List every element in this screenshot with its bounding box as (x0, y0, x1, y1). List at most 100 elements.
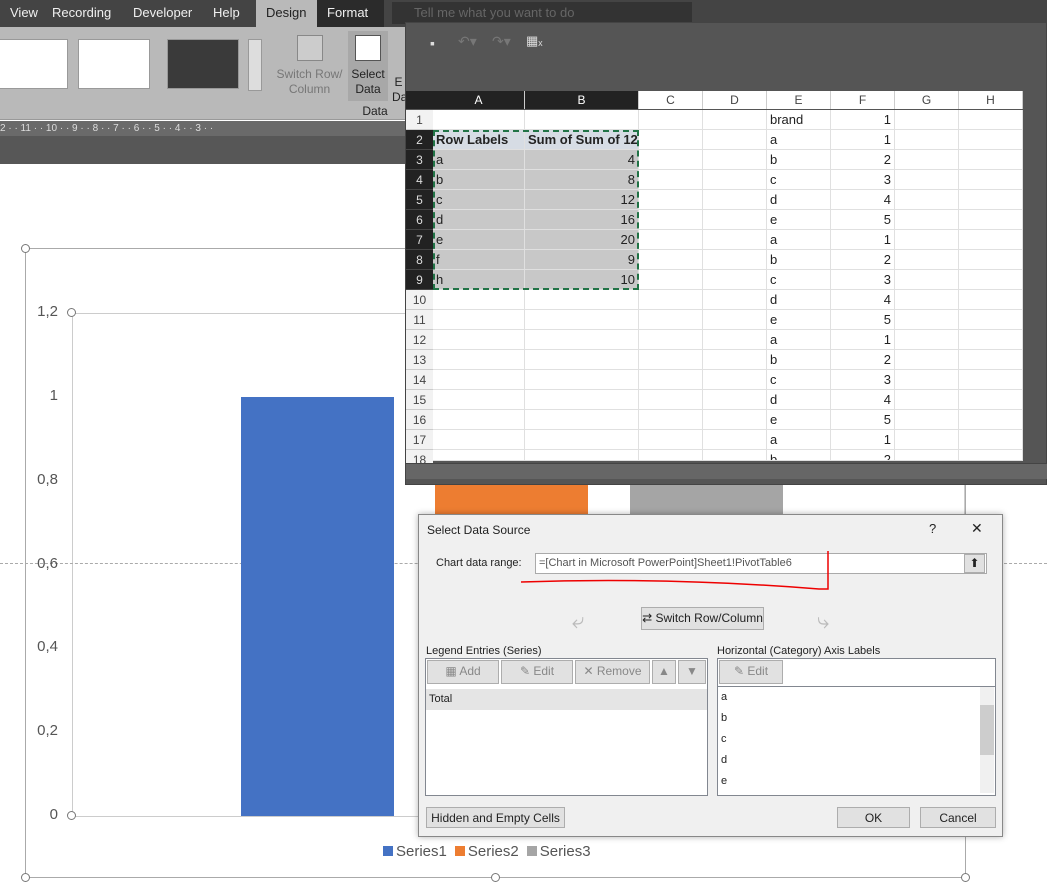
cell[interactable] (895, 190, 959, 210)
resize-handle[interactable] (961, 873, 970, 882)
cell[interactable] (703, 290, 767, 310)
cell[interactable] (959, 170, 1023, 190)
row-header[interactable]: 10 (406, 290, 433, 310)
tab-view[interactable]: View (0, 0, 48, 27)
category-item[interactable]: b (718, 708, 978, 729)
cell[interactable] (639, 190, 703, 210)
cell[interactable]: d (767, 290, 831, 310)
cell[interactable] (639, 310, 703, 330)
cell[interactable] (959, 270, 1023, 290)
cell[interactable] (639, 150, 703, 170)
cell[interactable] (703, 270, 767, 290)
cell[interactable] (525, 310, 639, 330)
chart-style-thumb[interactable] (167, 39, 239, 89)
select-all[interactable] (406, 91, 433, 109)
cell[interactable] (703, 390, 767, 410)
row-header[interactable]: 4 (406, 170, 433, 190)
cell[interactable] (703, 430, 767, 450)
cell[interactable] (703, 210, 767, 230)
vertical-scrollbar[interactable] (980, 687, 994, 793)
cell[interactable]: 4 (831, 290, 895, 310)
edit-axis-labels-button[interactable]: ✎ Edit (719, 660, 783, 684)
cell[interactable]: 2 (831, 450, 895, 461)
edit-series-button[interactable]: ✎ Edit (501, 660, 573, 684)
cell[interactable]: 1 (831, 430, 895, 450)
cell[interactable] (433, 330, 525, 350)
select-data-button[interactable]: Select Data (348, 31, 388, 101)
cell[interactable] (703, 410, 767, 430)
cell[interactable]: brand (767, 110, 831, 130)
cell[interactable] (895, 330, 959, 350)
category-item[interactable]: a (718, 687, 978, 708)
cell[interactable] (525, 330, 639, 350)
cell[interactable] (639, 450, 703, 461)
cell[interactable] (639, 330, 703, 350)
cell[interactable]: b (767, 250, 831, 270)
cell[interactable] (959, 310, 1023, 330)
cell[interactable]: d (767, 190, 831, 210)
cell[interactable] (959, 430, 1023, 450)
cell[interactable] (525, 370, 639, 390)
legend-item[interactable]: Series1 (383, 843, 447, 860)
cell[interactable] (703, 230, 767, 250)
cell[interactable]: b (767, 350, 831, 370)
column-header-C[interactable]: C (639, 91, 703, 109)
cell[interactable] (525, 110, 639, 130)
cell[interactable] (959, 390, 1023, 410)
cell[interactable] (703, 170, 767, 190)
cell[interactable]: 2 (831, 250, 895, 270)
move-down-button[interactable]: ▼ (678, 660, 706, 684)
cell[interactable] (433, 110, 525, 130)
cell[interactable] (703, 110, 767, 130)
column-header-F[interactable]: F (831, 91, 895, 109)
cell[interactable]: 1 (831, 230, 895, 250)
cell[interactable] (639, 130, 703, 150)
cell[interactable]: 2 (831, 150, 895, 170)
row-header[interactable]: 3 (406, 150, 433, 170)
cell[interactable] (959, 290, 1023, 310)
undo-icon[interactable]: ↶▾ (458, 33, 477, 50)
cell[interactable]: e (767, 310, 831, 330)
cell[interactable] (959, 370, 1023, 390)
tell-me-search[interactable]: Tell me what you want to do (392, 2, 692, 24)
cell[interactable] (525, 450, 639, 461)
row-header[interactable]: 9 (406, 270, 433, 290)
cell[interactable]: 5 (831, 410, 895, 430)
cell[interactable] (895, 350, 959, 370)
cell[interactable]: 3 (831, 270, 895, 290)
column-header-H[interactable]: H (959, 91, 1023, 109)
cell[interactable] (703, 130, 767, 150)
cell[interactable] (959, 330, 1023, 350)
cell[interactable]: 2 (831, 350, 895, 370)
cell[interactable] (959, 250, 1023, 270)
cell[interactable] (895, 110, 959, 130)
cell[interactable] (639, 350, 703, 370)
cell[interactable]: d (767, 390, 831, 410)
cell[interactable]: a (767, 330, 831, 350)
cell[interactable]: 5 (831, 310, 895, 330)
row-header[interactable]: 2 (406, 130, 433, 150)
cell[interactable] (433, 370, 525, 390)
cell[interactable]: 4 (831, 190, 895, 210)
cell[interactable] (895, 450, 959, 461)
cell[interactable] (639, 430, 703, 450)
column-header-B[interactable]: B (525, 91, 639, 109)
cell[interactable]: 4 (831, 390, 895, 410)
help-button[interactable]: ? (929, 521, 936, 536)
resize-handle[interactable] (67, 308, 76, 317)
resize-handle[interactable] (21, 244, 30, 253)
cell[interactable] (959, 190, 1023, 210)
cell[interactable] (703, 190, 767, 210)
cell[interactable] (703, 370, 767, 390)
tab-developer[interactable]: Developer (123, 0, 202, 27)
resize-handle[interactable] (67, 811, 76, 820)
cell[interactable]: b (767, 150, 831, 170)
cell[interactable] (895, 150, 959, 170)
resize-handle[interactable] (21, 873, 30, 882)
cell[interactable] (433, 410, 525, 430)
cell[interactable] (525, 390, 639, 410)
cell[interactable] (639, 270, 703, 290)
row-header[interactable]: 7 (406, 230, 433, 250)
cell[interactable] (433, 290, 525, 310)
add-series-button[interactable]: ▦ Add (427, 660, 499, 684)
